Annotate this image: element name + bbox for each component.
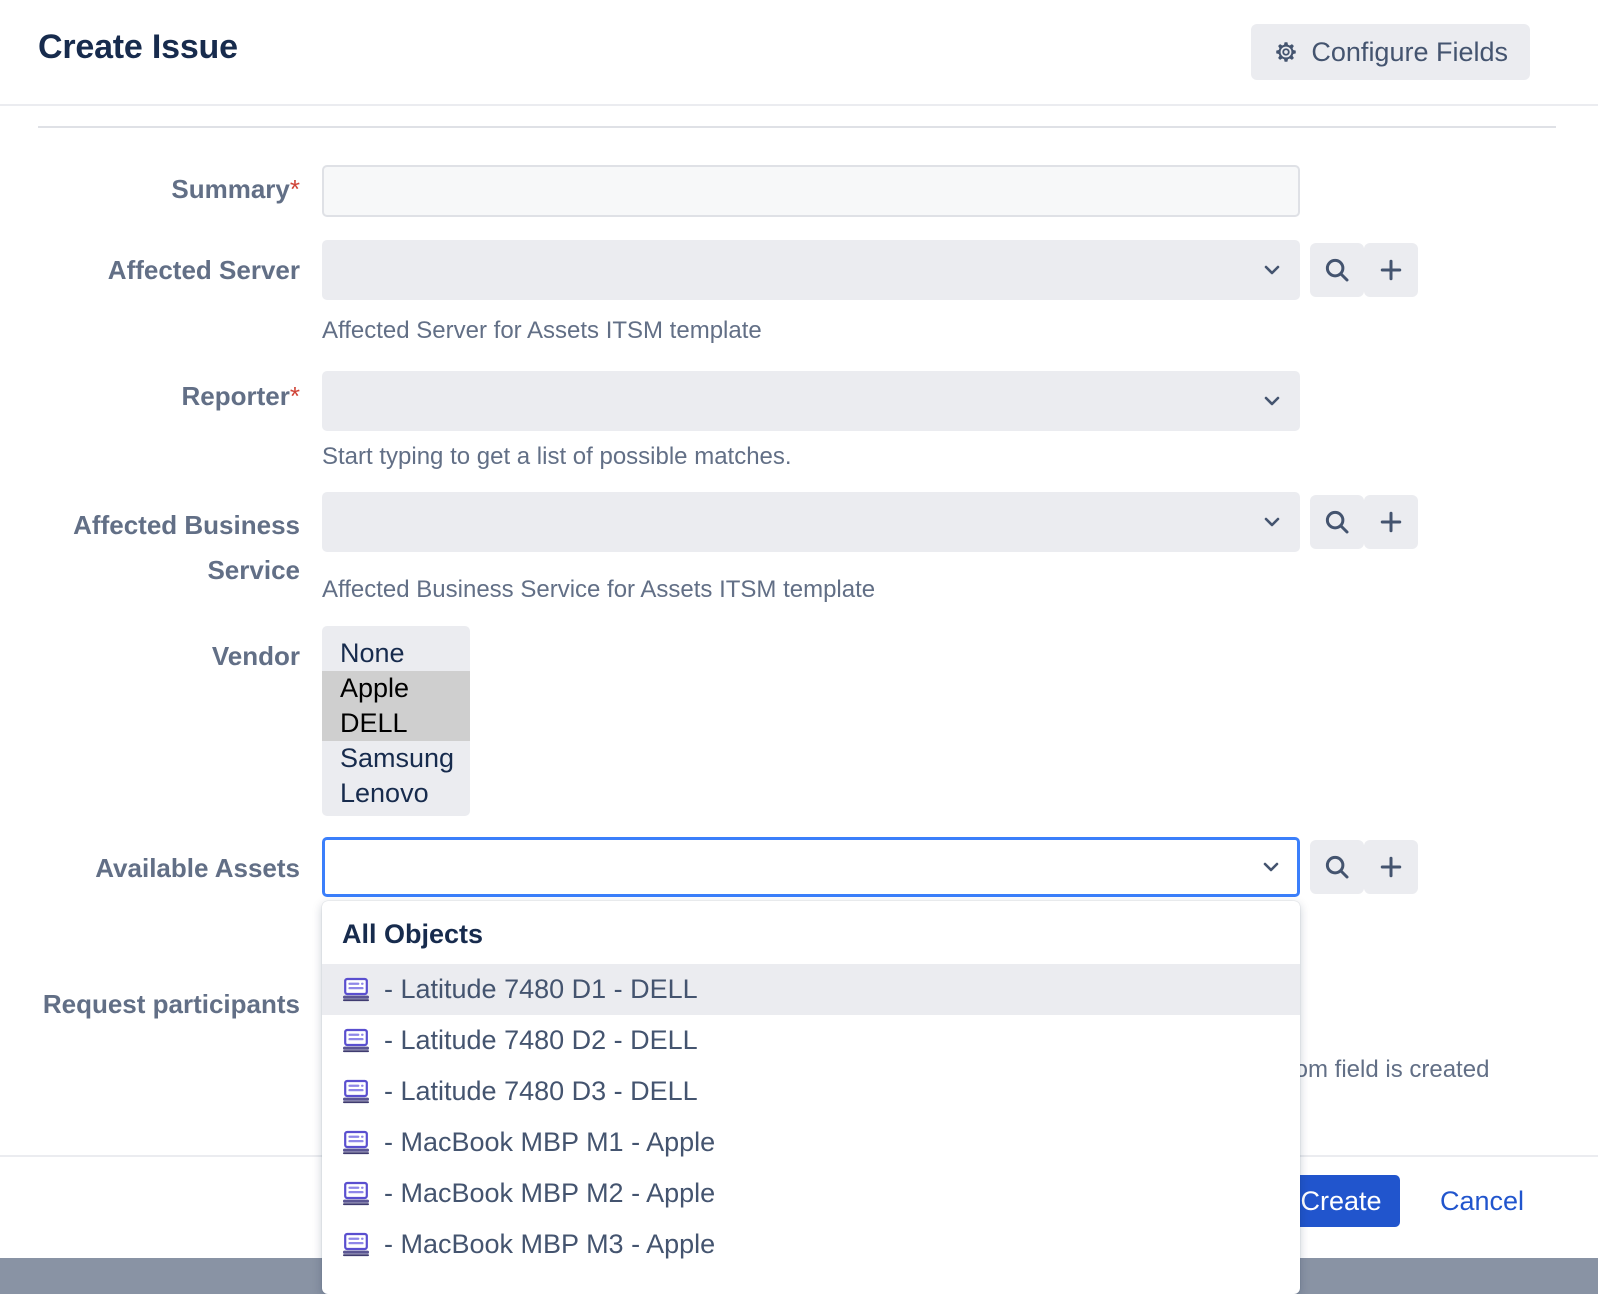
chevron-down-icon — [1263, 862, 1279, 872]
laptop-icon — [343, 977, 369, 1001]
available-assets-add-button[interactable] — [1364, 840, 1418, 894]
label-reporter-text: Reporter — [181, 381, 290, 411]
plus-icon — [1380, 856, 1402, 878]
dropdown-option-list: - Latitude 7480 D1 - DELL - Latitude 7480… — [322, 964, 1300, 1270]
label-affected-server: Affected Server — [107, 255, 300, 285]
label-summary-text: Summary — [171, 174, 290, 204]
required-marker: * — [289, 381, 300, 411]
chevron-down-icon — [1264, 517, 1280, 527]
vendor-option-samsung[interactable]: Samsung — [322, 741, 470, 776]
available-assets-dropdown[interactable]: All Objects - Latitude 7480 D1 - DELL - L… — [322, 901, 1300, 1294]
dialog-header: Create Issue Configure Fields — [0, 0, 1598, 106]
configure-fields-label: Configure Fields — [1311, 36, 1508, 67]
search-icon — [1325, 855, 1349, 879]
label-reporter: Reporter* — [0, 377, 300, 416]
laptop-icon — [343, 1079, 369, 1103]
label-request-participants: Request participants — [42, 989, 300, 1019]
affected-business-service-add-button[interactable] — [1364, 495, 1418, 549]
dropdown-option-label: - Latitude 7480 D2 - DELL — [384, 1025, 698, 1055]
dropdown-option[interactable]: - Latitude 7480 D3 - DELL — [322, 1066, 1300, 1117]
vendor-multiselect[interactable]: None Apple DELL Samsung Lenovo — [322, 626, 470, 816]
available-assets-select[interactable] — [322, 837, 1300, 897]
body-top-divider — [38, 126, 1556, 128]
chevron-down-icon — [1264, 265, 1280, 275]
laptop-icon — [343, 1028, 369, 1052]
cancel-button[interactable]: Cancel — [1434, 1175, 1530, 1227]
affected-business-service-select[interactable] — [322, 492, 1300, 552]
laptop-icon — [343, 1181, 369, 1205]
dropdown-option-label: - MacBook MBP M3 - Apple — [384, 1229, 716, 1259]
vendor-option-apple[interactable]: Apple — [322, 671, 470, 706]
plus-icon — [1380, 511, 1402, 533]
affected-server-select[interactable] — [322, 240, 1300, 300]
required-marker: * — [289, 174, 300, 204]
reporter-select[interactable] — [322, 371, 1300, 431]
dropdown-option-label: - Latitude 7480 D3 - DELL — [384, 1076, 698, 1106]
chevron-down-icon — [1264, 396, 1280, 406]
laptop-icon — [343, 1232, 369, 1256]
dropdown-option[interactable]: - MacBook MBP M1 - Apple — [322, 1117, 1300, 1168]
label-available-assets: Available Assets — [95, 853, 300, 883]
gear-icon — [1273, 39, 1299, 65]
page-title: Create Issue — [38, 28, 238, 66]
label-affected-business-service: Affected Business Service — [73, 510, 300, 585]
label-summary: Summary* — [0, 170, 300, 209]
dropdown-group-title: All Objects — [342, 919, 484, 949]
dropdown-option[interactable]: - MacBook MBP M3 - Apple — [322, 1219, 1300, 1270]
help-reporter: Start typing to get a list of possible m… — [322, 443, 792, 470]
help-request-participants: tom field is created — [1288, 1056, 1490, 1083]
search-icon — [1325, 510, 1349, 534]
dropdown-option[interactable]: - Latitude 7480 D2 - DELL — [322, 1015, 1300, 1066]
dropdown-option-label: - Latitude 7480 D1 - DELL — [384, 974, 698, 1004]
plus-icon — [1380, 259, 1402, 281]
search-icon — [1325, 258, 1349, 282]
vendor-option-lenovo[interactable]: Lenovo — [322, 776, 470, 811]
dropdown-option-label: - MacBook MBP M2 - Apple — [384, 1178, 716, 1208]
dropdown-option[interactable]: - MacBook MBP M2 - Apple — [322, 1168, 1300, 1219]
label-vendor: Vendor — [211, 641, 300, 671]
summary-input[interactable] — [322, 165, 1300, 217]
help-affected-server: Affected Server for Assets ITSM template — [322, 317, 762, 344]
dropdown-option-label: - MacBook MBP M1 - Apple — [384, 1127, 716, 1157]
affected-server-add-button[interactable] — [1364, 243, 1418, 297]
vendor-option-dell[interactable]: DELL — [322, 706, 470, 741]
help-affected-business-service: Affected Business Service for Assets ITS… — [322, 576, 876, 603]
create-issue-dialog: Create Issue Configure Fields Summary* A… — [0, 0, 1598, 1294]
vendor-option-none[interactable]: None — [322, 636, 470, 671]
configure-fields-button[interactable]: Configure Fields — [1251, 24, 1530, 80]
available-assets-search-button[interactable] — [1310, 840, 1364, 894]
laptop-icon — [343, 1130, 369, 1154]
affected-server-search-button[interactable] — [1310, 243, 1364, 297]
affected-business-service-search-button[interactable] — [1310, 495, 1364, 549]
dropdown-option[interactable]: - Latitude 7480 D1 - DELL — [322, 964, 1300, 1015]
